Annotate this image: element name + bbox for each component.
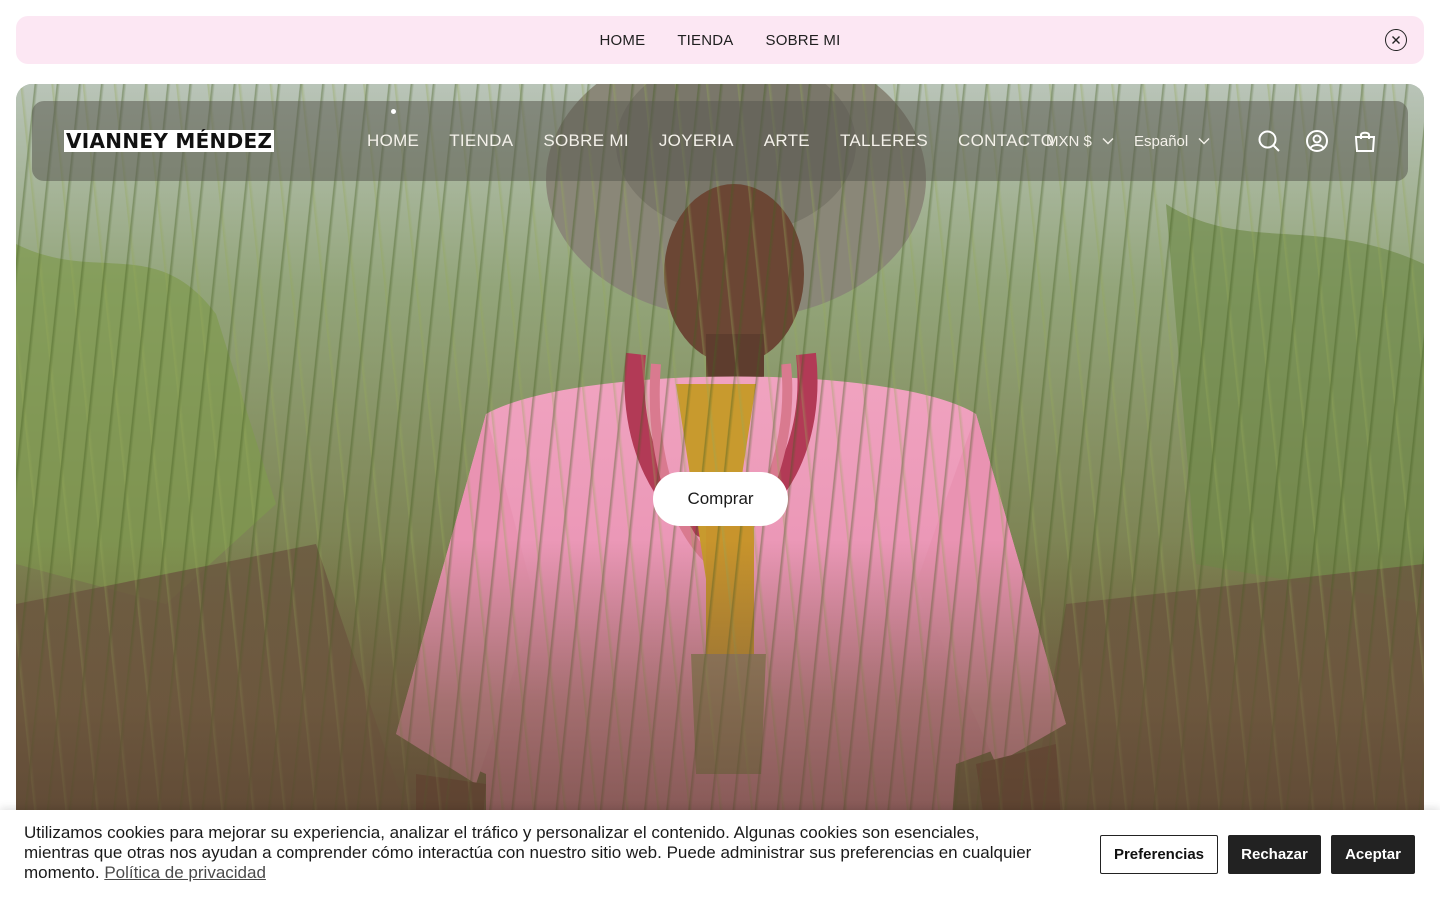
currency-label: MXN $: [1046, 132, 1092, 150]
main-menu: HOME TIENDA SOBRE MI JOYERIA ARTE TALLER…: [367, 101, 1054, 181]
menu-item-joyeria[interactable]: JOYERIA: [659, 131, 734, 151]
announcement-nav: HOME TIENDA SOBRE MI: [600, 32, 841, 49]
privacy-policy-link[interactable]: Política de privacidad: [104, 863, 266, 882]
menu-item-contacto[interactable]: CONTACTO: [958, 131, 1054, 151]
site-logo[interactable]: VIANNEY MÉNDEZ: [64, 130, 275, 152]
accept-button[interactable]: Aceptar: [1331, 835, 1415, 874]
cookie-actions: Preferencias Rechazar Aceptar: [1100, 835, 1415, 874]
menu-item-label: HOME: [367, 131, 420, 150]
close-icon[interactable]: [1385, 29, 1407, 51]
announcement-link-sobre-mi[interactable]: SOBRE MI: [766, 32, 841, 49]
account-icon[interactable]: [1304, 125, 1330, 157]
search-icon[interactable]: [1256, 125, 1282, 157]
currency-selector[interactable]: MXN $: [1046, 101, 1114, 181]
language-selector[interactable]: Español: [1134, 101, 1210, 181]
announcement-bar: HOME TIENDA SOBRE MI: [16, 16, 1424, 64]
chevron-down-icon: [1198, 138, 1210, 145]
announcement-link-tienda[interactable]: TIENDA: [677, 32, 733, 49]
cart-icon[interactable]: [1352, 125, 1378, 157]
menu-item-talleres[interactable]: TALLERES: [840, 131, 928, 151]
header-icons: [1256, 125, 1378, 157]
active-indicator: [390, 109, 396, 114]
announcement-link-home[interactable]: HOME: [600, 32, 646, 49]
menu-item-arte[interactable]: ARTE: [764, 131, 810, 151]
cookie-message: Utilizamos cookies para mejorar su exper…: [24, 823, 1034, 883]
menu-item-sobre-mi[interactable]: SOBRE MI: [543, 131, 629, 151]
menu-item-home[interactable]: HOME: [367, 109, 420, 151]
language-label: Español: [1134, 132, 1189, 150]
menu-item-tienda[interactable]: TIENDA: [449, 131, 513, 151]
site-header: VIANNEY MÉNDEZ HOME TIENDA SOBRE MI JOYE…: [32, 101, 1408, 181]
chevron-down-icon: [1102, 138, 1114, 145]
reject-button[interactable]: Rechazar: [1228, 835, 1321, 874]
comprar-button[interactable]: Comprar: [653, 472, 788, 526]
cookie-banner: Utilizamos cookies para mejorar su exper…: [0, 810, 1440, 900]
preferences-button[interactable]: Preferencias: [1100, 835, 1218, 874]
